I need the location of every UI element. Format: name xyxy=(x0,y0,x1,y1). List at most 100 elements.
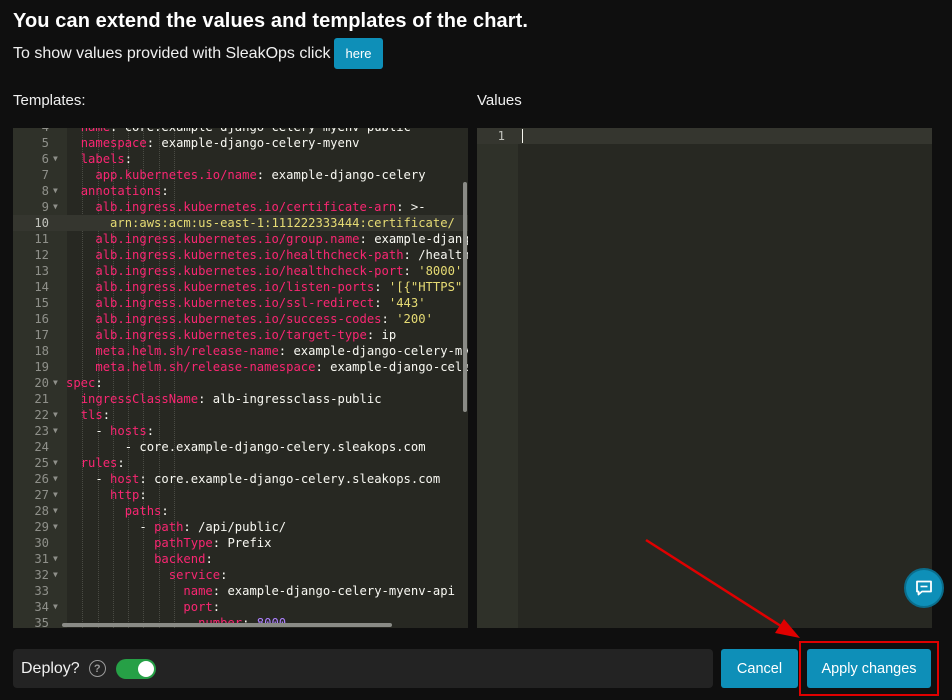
fold-chevron-icon[interactable]: ▼ xyxy=(53,455,63,471)
templates-editor[interactable]: 4 name: core.example-django-celery-myenv… xyxy=(13,128,468,628)
fold-chevron-icon[interactable]: ▼ xyxy=(53,199,63,215)
code-line[interactable]: 6 ▼ labels: xyxy=(13,151,468,167)
code-line[interactable]: 22 ▼ tls: xyxy=(13,407,468,423)
chat-bubble-icon[interactable] xyxy=(904,568,944,608)
code-line[interactable]: 33 name: example-django-celery-myenv-api xyxy=(13,583,468,599)
code-line[interactable]: 34 ▼ port: xyxy=(13,599,468,615)
deploy-bar: Deploy? ? xyxy=(13,649,713,688)
line-number: 26 xyxy=(34,472,49,486)
fold-chevron-icon[interactable]: ▼ xyxy=(53,407,63,423)
templates-vertical-scrollbar[interactable] xyxy=(463,182,467,412)
line-number: 34 xyxy=(34,600,49,614)
line-number: 4 xyxy=(13,128,49,135)
line-number: 1 xyxy=(497,129,505,143)
cancel-button[interactable]: Cancel xyxy=(721,649,798,688)
line-number: 8 xyxy=(41,184,49,198)
code-token: paths xyxy=(124,504,162,518)
line-number: 35 xyxy=(34,616,49,628)
line-number: 33 xyxy=(34,584,49,598)
code-line[interactable]: 19 meta.helm.sh/release-namespace: examp… xyxy=(13,359,468,375)
code-text: alb.ingress.kubernetes.io/listen-ports: … xyxy=(66,279,468,295)
code-line[interactable]: 4 name: core.example-django-celery-myenv… xyxy=(13,128,468,135)
code-line[interactable]: 11 alb.ingress.kubernetes.io/group.name:… xyxy=(13,231,468,247)
code-line[interactable]: 31 ▼ backend: xyxy=(13,551,468,567)
code-line[interactable]: 12 alb.ingress.kubernetes.io/healthcheck… xyxy=(13,247,468,263)
code-token: : xyxy=(124,152,133,166)
fold-chevron-icon[interactable]: ▼ xyxy=(53,151,63,167)
line-number: 21 xyxy=(34,392,49,406)
fold-chevron-icon[interactable]: ▼ xyxy=(53,471,63,487)
code-line[interactable]: 10 arn:aws:acm:us-east-1:111222333444:ce… xyxy=(13,215,468,231)
fold-chevron-icon[interactable]: ▼ xyxy=(53,375,63,391)
line-number: 28 xyxy=(34,504,49,518)
code-line[interactable]: 26 ▼ - host: core.example-django-celery.s… xyxy=(13,471,468,487)
code-token: backend xyxy=(154,552,206,566)
deploy-toggle[interactable] xyxy=(115,658,156,679)
code-text: app.kubernetes.io/name: example-django-c… xyxy=(66,167,426,183)
fold-chevron-icon[interactable]: ▼ xyxy=(53,487,63,503)
templates-horizontal-scrollbar[interactable] xyxy=(62,623,392,627)
apply-changes-button[interactable]: Apply changes xyxy=(807,649,931,688)
code-token: : example-django-celery xyxy=(256,168,426,182)
code-line[interactable]: 16 alb.ingress.kubernetes.io/success-cod… xyxy=(13,311,468,327)
code-text: ingressClassName: alb-ingressclass-publi… xyxy=(66,391,382,407)
line-number: 9 xyxy=(41,200,49,214)
code-token: : xyxy=(117,456,125,470)
fold-chevron-icon[interactable]: ▼ xyxy=(53,183,63,199)
values-active-line[interactable]: 1 xyxy=(477,128,932,144)
show-values-here-button[interactable]: here xyxy=(334,38,383,69)
help-icon[interactable]: ? xyxy=(88,660,106,677)
code-token: meta.helm.sh/release-namespace xyxy=(95,360,316,374)
code-line[interactable]: 17 alb.ingress.kubernetes.io/target-type… xyxy=(13,327,468,343)
code-text: tls: xyxy=(66,407,110,423)
line-number: 20 xyxy=(34,376,49,390)
code-token: - xyxy=(66,472,111,486)
fold-chevron-icon[interactable]: ▼ xyxy=(53,567,63,583)
code-text: - core.example-django-celery.sleakops.co… xyxy=(66,439,426,455)
code-token: : xyxy=(374,296,389,310)
values-editor[interactable]: 1 xyxy=(477,128,932,628)
code-token: : example-django-celery xyxy=(359,232,468,246)
code-line[interactable]: 9 ▼ alb.ingress.kubernetes.io/certificate… xyxy=(13,199,468,215)
code-line[interactable]: 23 ▼ - hosts: xyxy=(13,423,468,439)
code-line[interactable]: 20 ▼ spec: xyxy=(13,375,468,391)
code-line[interactable]: 8 ▼ annotations: xyxy=(13,183,468,199)
code-text: http: xyxy=(66,487,147,503)
code-line[interactable]: 21 ingressClassName: alb-ingressclass-pu… xyxy=(13,391,468,407)
code-line[interactable]: 24 - core.example-django-celery.sleakops… xyxy=(13,439,468,455)
code-line[interactable]: 27 ▼ http: xyxy=(13,487,468,503)
text-cursor xyxy=(522,129,523,143)
code-text: name: core.example-django-celery-myenv-p… xyxy=(66,128,411,135)
code-line[interactable]: 18 meta.helm.sh/release-name: example-dj… xyxy=(13,343,468,359)
code-token: alb.ingress.kubernetes.io/healthcheck-pa… xyxy=(95,248,404,262)
code-line[interactable]: 30 pathType: Prefix xyxy=(13,535,468,551)
fold-chevron-icon[interactable]: ▼ xyxy=(53,599,63,615)
code-line[interactable]: 13 alb.ingress.kubernetes.io/healthcheck… xyxy=(13,263,468,279)
fold-chevron-icon[interactable]: ▼ xyxy=(53,551,63,567)
code-text: paths: xyxy=(66,503,169,519)
code-line[interactable]: 14 alb.ingress.kubernetes.io/listen-port… xyxy=(13,279,468,295)
code-line[interactable]: 15 alb.ingress.kubernetes.io/ssl-redirec… xyxy=(13,295,468,311)
fold-chevron-icon[interactable]: ▼ xyxy=(53,423,63,439)
code-line[interactable]: 29 ▼ - path: /api/public/ xyxy=(13,519,468,535)
code-token: service xyxy=(168,568,221,582)
code-line[interactable]: 25 ▼ rules: xyxy=(13,455,468,471)
line-number: 11 xyxy=(34,232,49,246)
code-line[interactable]: 5 namespace: example-django-celery-myenv xyxy=(13,135,468,151)
code-line[interactable]: 28 ▼ paths: xyxy=(13,503,468,519)
code-text: port: xyxy=(66,599,220,615)
code-line[interactable]: 32 ▼ service: xyxy=(13,567,468,583)
fold-chevron-icon[interactable]: ▼ xyxy=(53,519,63,535)
templates-code[interactable]: 4 name: core.example-django-celery-myenv… xyxy=(13,128,468,628)
fold-chevron-icon[interactable]: ▼ xyxy=(53,503,63,519)
code-token: : Prefix xyxy=(212,536,272,550)
code-token: path xyxy=(154,520,184,534)
values-hint-text: To show values provided with SleakOps cl… xyxy=(13,44,331,62)
code-line[interactable]: 7 app.kubernetes.io/name: example-django… xyxy=(13,167,468,183)
